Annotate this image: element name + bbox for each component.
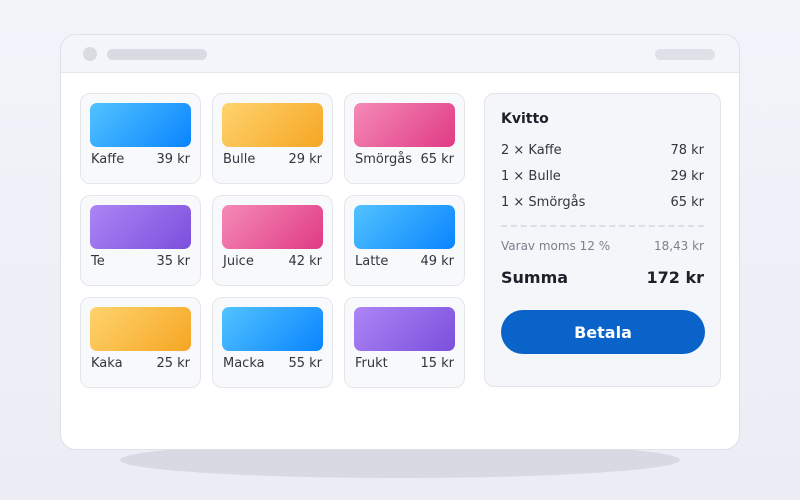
product-tile-frukt[interactable]: Frukt 15 kr (344, 297, 465, 388)
product-tile-latte[interactable]: Latte 49 kr (344, 195, 465, 286)
vat-amount: 18,43 kr (653, 239, 704, 253)
product-swatch (222, 205, 323, 249)
product-swatch (354, 205, 455, 249)
product-price: 25 kr (156, 356, 190, 371)
toolbar-pill-placeholder (655, 49, 715, 60)
receipt-line-item: 1 × Smörgås (501, 195, 586, 210)
product-swatch (354, 103, 455, 147)
product-tile-smorgas[interactable]: Smörgås 65 kr (344, 93, 465, 184)
product-tile-kaffe[interactable]: Kaffe 39 kr (80, 93, 201, 184)
receipt-line-item: 1 × Bulle (501, 169, 561, 184)
receipt-panel: Kvitto 2 × Kaffe 78 kr 1 × Bulle 29 kr 1… (484, 93, 721, 387)
receipt-line: 2 × Kaffe 78 kr (501, 143, 704, 161)
product-price: 55 kr (288, 356, 322, 371)
product-grid: Kaffe 39 kr Bulle 29 kr Smörgås 65 kr Te… (80, 93, 465, 388)
receipt-title: Kvitto (501, 111, 549, 127)
product-price: 65 kr (420, 152, 454, 167)
product-name: Bulle (223, 152, 256, 167)
product-price: 42 kr (288, 254, 322, 269)
product-price: 29 kr (288, 152, 322, 167)
product-price: 39 kr (156, 152, 190, 167)
product-name: Latte (355, 254, 389, 269)
receipt-line: 1 × Smörgås 65 kr (501, 195, 704, 213)
receipt-line-amount: 29 kr (670, 169, 704, 184)
product-swatch (222, 103, 323, 147)
product-name: Juice (223, 254, 254, 269)
product-price: 49 kr (420, 254, 454, 269)
product-tile-kaka[interactable]: Kaka 25 kr (80, 297, 201, 388)
product-swatch (90, 307, 191, 351)
receipt-line-item: 2 × Kaffe (501, 143, 562, 158)
product-tile-te[interactable]: Te 35 kr (80, 195, 201, 286)
product-name: Te (91, 254, 105, 269)
product-tile-bulle[interactable]: Bulle 29 kr (212, 93, 333, 184)
window-control-dot[interactable] (83, 47, 97, 61)
product-tile-juice[interactable]: Juice 42 kr (212, 195, 333, 286)
product-swatch (90, 205, 191, 249)
receipt-line: 1 × Bulle 29 kr (501, 169, 704, 187)
product-swatch (222, 307, 323, 351)
receipt-line-amount: 78 kr (670, 143, 704, 158)
product-name: Kaffe (91, 152, 125, 167)
receipt-divider (501, 225, 704, 227)
product-swatch (354, 307, 455, 351)
product-name: Smörgås (355, 152, 412, 167)
title-placeholder (107, 49, 207, 60)
total-amount: 172 kr (646, 268, 705, 287)
total-label: Summa (501, 268, 569, 287)
receipt-line-amount: 65 kr (670, 195, 704, 210)
product-price: 15 kr (420, 356, 454, 371)
product-name: Macka (223, 356, 265, 371)
title-bar (61, 35, 739, 73)
product-price: 35 kr (156, 254, 190, 269)
vat-label: Varav moms 12 % (501, 239, 611, 253)
product-name: Kaka (91, 356, 123, 371)
pay-button[interactable]: Betala (501, 310, 705, 354)
product-swatch (90, 103, 191, 147)
app-window: Kaffe 39 kr Bulle 29 kr Smörgås 65 kr Te… (60, 34, 740, 450)
product-name: Frukt (355, 356, 388, 371)
product-tile-macka[interactable]: Macka 55 kr (212, 297, 333, 388)
